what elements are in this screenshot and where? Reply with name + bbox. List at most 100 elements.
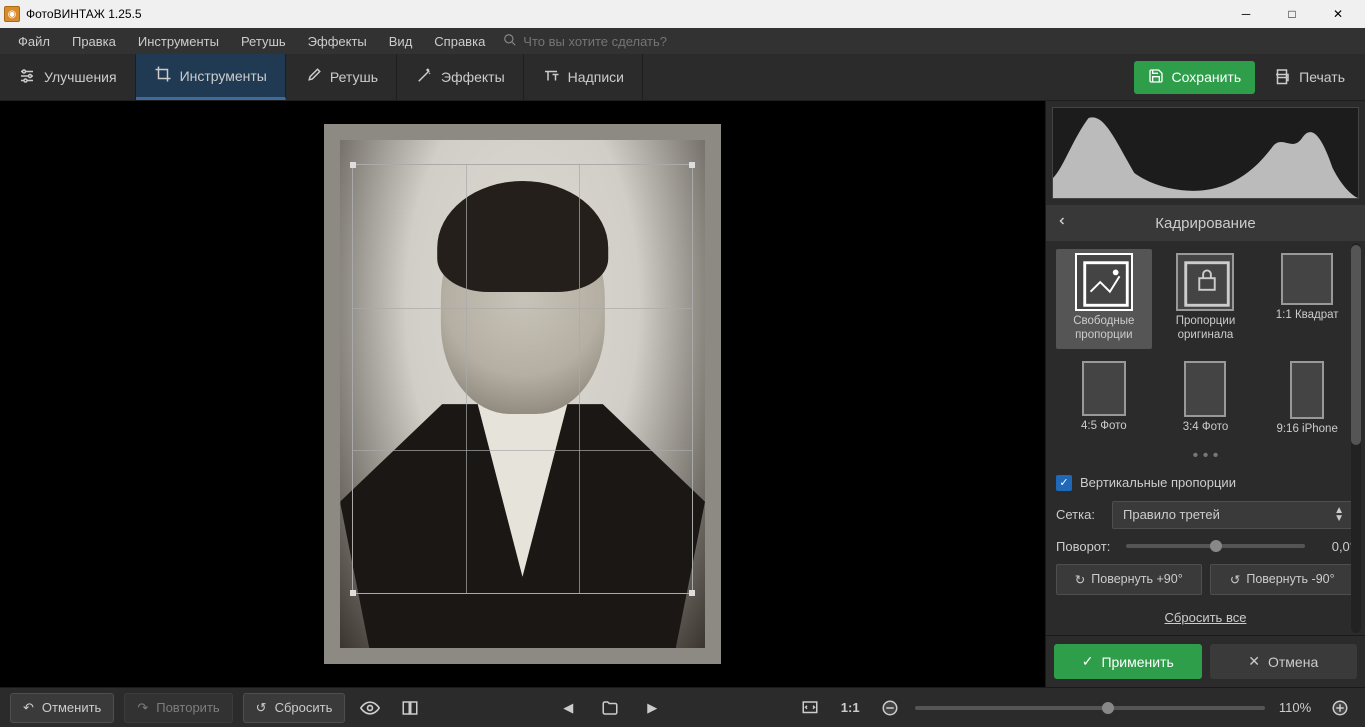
grid-select[interactable]: Правило третей ▲▼: [1112, 501, 1355, 529]
preset-3-4-thumb: [1184, 361, 1226, 417]
grid-select-value: Правило третей: [1123, 507, 1220, 522]
rotate-slider[interactable]: [1126, 544, 1305, 548]
rotate-minus90-label: Повернуть -90°: [1246, 572, 1334, 586]
cancel-label: Отмена: [1268, 654, 1318, 670]
maximize-button[interactable]: □: [1269, 0, 1315, 28]
tab-tools[interactable]: Инструменты: [136, 54, 286, 100]
rotate-cw-icon: ↻: [1075, 572, 1085, 587]
zoom-slider[interactable]: [915, 706, 1265, 710]
rotate-label: Поворот:: [1056, 539, 1116, 554]
text-icon: [542, 67, 560, 88]
rotate-ccw-icon: ↺: [1230, 572, 1240, 587]
tab-enhance-label: Улучшения: [44, 69, 117, 85]
apply-button[interactable]: ✓ Применить: [1054, 644, 1202, 679]
menu-view[interactable]: Вид: [379, 32, 423, 51]
prev-image-button[interactable]: ◀: [553, 693, 583, 723]
x-icon: ✕: [1248, 653, 1260, 670]
rotate-plus90-label: Повернуть +90°: [1091, 572, 1182, 586]
minimize-button[interactable]: ─: [1223, 0, 1269, 28]
print-button[interactable]: Печать: [1265, 60, 1353, 95]
preset-1-1-label: 1:1 Квадрат: [1276, 309, 1339, 323]
reset-all-link[interactable]: Сбросить все: [1165, 610, 1247, 625]
preset-1-1[interactable]: 1:1 Квадрат: [1259, 249, 1355, 349]
sliders-icon: [18, 67, 36, 88]
next-image-button[interactable]: ▶: [637, 693, 667, 723]
menu-edit[interactable]: Правка: [62, 32, 126, 51]
menu-effects[interactable]: Эффекты: [298, 32, 377, 51]
redo-label: Повторить: [156, 700, 219, 715]
apply-label: Применить: [1101, 654, 1173, 670]
open-folder-button[interactable]: [595, 693, 625, 723]
preset-original-label: Пропорции оригинала: [1160, 315, 1252, 343]
menu-tools[interactable]: Инструменты: [128, 32, 229, 51]
reset-button[interactable]: ↺ Сбросить: [243, 693, 346, 723]
photo-frame: [324, 124, 721, 664]
preset-free-label: Свободные пропорции: [1058, 315, 1150, 343]
preset-free[interactable]: Свободные пропорции: [1056, 249, 1152, 349]
cancel-button[interactable]: ✕ Отмена: [1210, 644, 1358, 679]
save-icon: [1148, 68, 1164, 87]
preset-4-5-label: 4:5 Фото: [1081, 420, 1127, 434]
print-button-label: Печать: [1299, 69, 1345, 85]
undo-icon: ↶: [23, 700, 34, 716]
wand-icon: [415, 67, 433, 88]
preset-4-5[interactable]: 4:5 Фото: [1056, 357, 1152, 441]
tab-enhance[interactable]: Улучшения: [0, 54, 136, 100]
crop-icon: [154, 65, 172, 86]
menu-help[interactable]: Справка: [424, 32, 495, 51]
zoom-value: 110%: [1275, 700, 1315, 715]
canvas-area[interactable]: [0, 101, 1045, 687]
save-button[interactable]: Сохранить: [1134, 61, 1256, 94]
compare-button[interactable]: [395, 693, 425, 723]
tab-retouch-label: Ретушь: [330, 69, 378, 85]
fit-screen-button[interactable]: [795, 693, 825, 723]
photo: [340, 140, 705, 648]
rotate-value: 0,0°: [1315, 539, 1355, 554]
one-to-one-button[interactable]: 1:1: [835, 693, 865, 723]
histogram: [1052, 107, 1359, 199]
sidepanel-scrollbar[interactable]: [1351, 243, 1361, 633]
eye-show-original-button[interactable]: [355, 693, 385, 723]
window-title: ФотоВИНТАЖ 1.25.5: [26, 7, 1223, 21]
zoom-in-button[interactable]: [1325, 693, 1355, 723]
one-to-one-label: 1:1: [841, 700, 860, 715]
close-button[interactable]: ✕: [1315, 0, 1361, 28]
preset-3-4[interactable]: 3:4 Фото: [1158, 357, 1254, 441]
tab-retouch[interactable]: Ретушь: [286, 54, 397, 100]
tab-effects[interactable]: Эффекты: [397, 54, 524, 100]
preset-original[interactable]: Пропорции оригинала: [1158, 249, 1254, 349]
tab-text[interactable]: Надписи: [524, 54, 643, 100]
menu-retouch[interactable]: Ретушь: [231, 32, 296, 51]
tab-effects-label: Эффекты: [441, 69, 505, 85]
check-icon: ✓: [1082, 653, 1094, 670]
preset-3-4-label: 3:4 Фото: [1183, 421, 1229, 435]
print-icon: [1273, 67, 1291, 88]
redo-icon: ↷: [137, 700, 148, 716]
zoom-out-button[interactable]: [875, 693, 905, 723]
panel-back-button[interactable]: [1056, 214, 1068, 233]
preset-free-thumb: [1075, 253, 1133, 311]
app-icon: ◉: [4, 6, 20, 22]
redo-button[interactable]: ↷ Повторить: [124, 693, 232, 723]
preset-1-1-thumb: [1281, 253, 1333, 305]
preset-9-16-label: 9:16 iPhone: [1276, 423, 1337, 437]
search-input[interactable]: [523, 34, 723, 49]
brush-icon: [304, 67, 322, 88]
preset-original-thumb: [1176, 253, 1234, 311]
reset-label: Сбросить: [275, 700, 333, 715]
search-icon: [503, 33, 517, 50]
reset-icon: ↺: [256, 700, 267, 716]
rotate-minus90-button[interactable]: ↺ Повернуть -90°: [1210, 564, 1356, 595]
vertical-proportions-label: Вертикальные пропорции: [1080, 475, 1236, 490]
tab-text-label: Надписи: [568, 69, 624, 85]
rotate-plus90-button[interactable]: ↻ Повернуть +90°: [1056, 564, 1202, 595]
preset-9-16-thumb: [1290, 361, 1324, 419]
preset-4-5-thumb: [1082, 361, 1126, 416]
preset-9-16[interactable]: 9:16 iPhone: [1259, 357, 1355, 441]
undo-button[interactable]: ↶ Отменить: [10, 693, 114, 723]
vertical-proportions-checkbox[interactable]: ✓: [1056, 475, 1072, 491]
panel-title: Кадрирование: [1155, 215, 1255, 232]
menu-file[interactable]: Файл: [8, 32, 60, 51]
chevron-updown-icon: ▲▼: [1334, 507, 1344, 523]
undo-label: Отменить: [42, 700, 101, 715]
